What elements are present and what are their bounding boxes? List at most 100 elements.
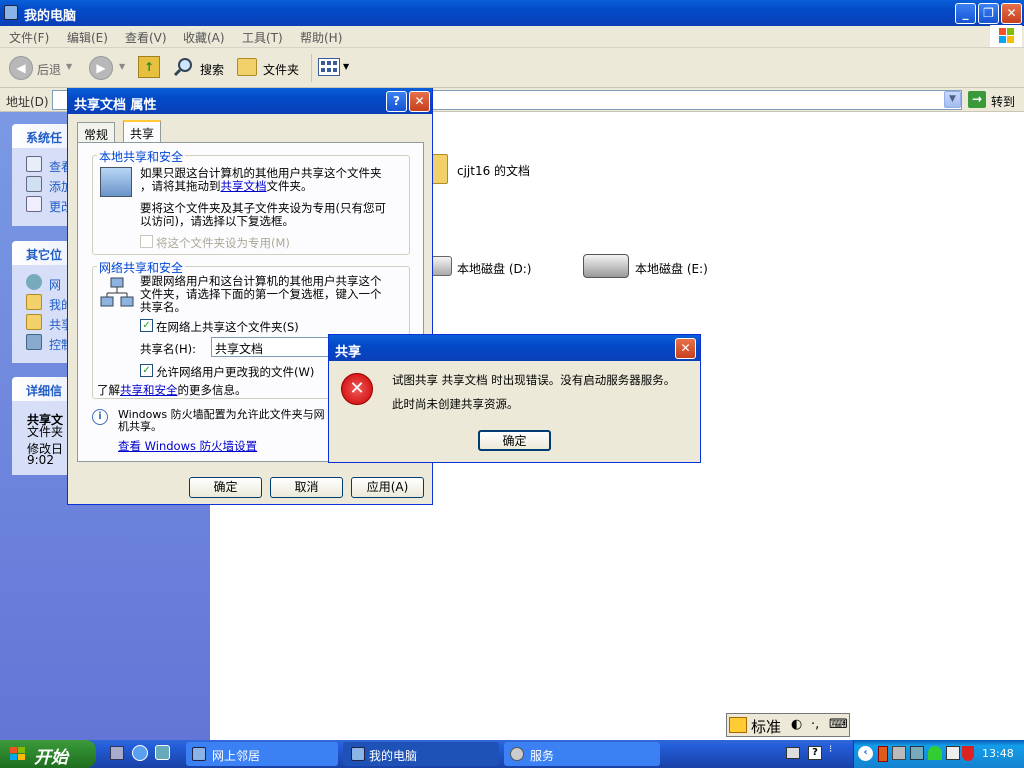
clock[interactable]: 13:48 — [982, 747, 1014, 760]
chevron-down-icon[interactable]: ▼ — [66, 62, 72, 71]
error-icon: ✕ — [341, 373, 373, 405]
system-tray: ‹ 13:48 — [853, 740, 1024, 768]
menu-help[interactable]: 帮助(H) — [300, 29, 342, 46]
local-text-part: ，请将其拖动到 — [140, 179, 221, 193]
title-bar[interactable]: 我的电脑 _ ❐ ✕ — [0, 0, 1024, 26]
keyboard-icon[interactable] — [786, 747, 800, 759]
private-text: 要将这个文件夹及其子文件夹设为专用(只有您可 以访问)，请选择以下复选框。 — [140, 202, 410, 228]
search-button[interactable]: 搜索 — [200, 61, 224, 78]
allow-change-checkbox[interactable]: ✓ — [140, 364, 153, 377]
close-button[interactable]: ✕ — [409, 91, 430, 112]
other-place-link[interactable]: 网 — [49, 276, 61, 293]
close-button[interactable]: ✕ — [675, 338, 696, 359]
up-folder-icon[interactable]: ↑ — [138, 56, 160, 78]
shared-folder-icon — [26, 314, 42, 330]
share-on-network-checkbox[interactable]: ✓ — [140, 319, 153, 332]
sharing-security-link[interactable]: 共享和安全 — [120, 383, 178, 397]
tab-general[interactable]: 常规 — [77, 122, 116, 142]
views-icon[interactable] — [318, 58, 340, 76]
address-dropdown-button[interactable]: ▼ — [944, 91, 961, 108]
folder-label[interactable]: cjjt16 的文档 — [457, 162, 530, 179]
error-ok-button[interactable]: 确定 — [478, 430, 551, 451]
toolbar: ◀ 后退 ▼ ▶ ▼ ↑ 搜索 文件夹 ▼ — [0, 48, 1024, 88]
control-panel-icon — [26, 334, 42, 350]
folder-icon[interactable] — [237, 58, 257, 76]
allow-change-label: 允许网络用户更改我的文件(W) — [156, 365, 315, 379]
error-title-bar[interactable]: 共享 ✕ — [329, 335, 700, 361]
services-gear-icon — [510, 747, 524, 761]
drive-e-label[interactable]: 本地磁盘 (E:) — [635, 260, 708, 277]
folders-button[interactable]: 文件夹 — [263, 61, 299, 78]
forward-arrow-icon[interactable]: ▶ — [89, 56, 113, 80]
network-places-icon — [192, 747, 206, 761]
back-arrow-icon[interactable]: ◀ — [9, 56, 33, 80]
media-icon[interactable] — [155, 745, 170, 760]
address-label: 地址(D) — [6, 95, 49, 109]
private-text-line: 以访问)，请选择以下复选框。 — [140, 214, 294, 228]
go-arrow-icon[interactable]: → — [968, 91, 986, 108]
tab-sharing[interactable]: 共享 — [123, 120, 162, 143]
add-remove-icon — [26, 176, 42, 192]
chevron-down-icon[interactable]: ▼ — [119, 62, 125, 71]
taskbar-item-services[interactable]: 服务 — [504, 742, 660, 766]
tray-app-icon[interactable] — [892, 746, 906, 760]
restore-button[interactable]: ❐ — [978, 3, 999, 24]
taskbar-item-network-places[interactable]: 网上邻居 — [186, 742, 338, 766]
search-icon[interactable] — [173, 57, 193, 77]
help-button[interactable]: ? — [386, 91, 407, 112]
windows-logo-icon — [10, 747, 25, 760]
view-info-icon — [26, 156, 42, 172]
tray-expand-icon[interactable]: ‹ — [858, 746, 873, 761]
hard-disk-icon[interactable] — [583, 254, 629, 278]
private-checkbox-label: 将这个文件夹设为专用(M) — [156, 236, 290, 250]
properties-title-bar[interactable]: 共享文档 属性 ? ✕ — [68, 88, 432, 114]
display-tray-icon[interactable] — [946, 746, 960, 760]
menu-file[interactable]: 文件(F) — [9, 29, 49, 46]
tray-app-icon[interactable] — [928, 746, 942, 760]
apply-button[interactable]: 应用(A) — [351, 477, 424, 498]
network-sharing-text: 要跟网络用户和这台计算机的其他用户共享这个 文件夹，请选择下面的第一个复选框，键… — [140, 275, 415, 314]
firewall-settings-link[interactable]: 查看 Windows 防火墙设置 — [118, 438, 257, 454]
local-text-line: ，请将其拖动到共享文档文件夹。 — [140, 180, 410, 193]
help-icon[interactable]: ? — [808, 746, 822, 760]
network-tray-icon[interactable] — [910, 746, 924, 760]
punctuation-icon[interactable]: ·, — [811, 717, 819, 732]
chevron-down-icon[interactable]: ▼ — [343, 62, 349, 71]
menu-tools[interactable]: 工具(T) — [242, 29, 283, 46]
shared-docs-link[interactable]: 共享文档 — [221, 179, 267, 193]
error-message-line1: 试图共享 共享文档 时出现错误。没有启动服务器服务。 — [392, 373, 676, 387]
network-text-line: 共享名。 — [140, 300, 186, 314]
minimize-button[interactable]: _ — [955, 3, 976, 24]
menu-view[interactable]: 查看(V) — [125, 29, 167, 46]
window-title: 我的电脑 — [24, 9, 77, 24]
internet-explorer-icon[interactable] — [132, 745, 148, 761]
menu-favorites[interactable]: 收藏(A) — [183, 29, 225, 46]
close-button[interactable]: ✕ — [1001, 3, 1022, 24]
computer-icon — [100, 167, 132, 197]
ime-icon[interactable] — [729, 717, 747, 733]
drive-d-label[interactable]: 本地磁盘 (D:) — [457, 260, 531, 277]
language-icon[interactable]: ⁝ — [829, 744, 841, 762]
half-width-icon[interactable]: ◐ — [791, 717, 802, 732]
keyboard-icon[interactable]: ⌨ — [829, 717, 848, 732]
menu-edit[interactable]: 编辑(E) — [67, 29, 108, 46]
start-button[interactable]: 开始 — [0, 740, 96, 768]
tray-app-icon[interactable] — [878, 746, 888, 762]
taskbar: 开始 网上邻居 我的电脑 服务 ? ⁝ ‹ 13:48 — [0, 740, 1024, 768]
go-button[interactable]: 转到 — [991, 93, 1015, 110]
show-desktop-icon[interactable] — [110, 746, 124, 760]
toolbar-separator — [311, 54, 312, 82]
cancel-button[interactable]: 取消 — [270, 477, 343, 498]
hard-disk-icon[interactable] — [430, 256, 452, 276]
properties-title: 共享文档 属性 — [74, 98, 157, 113]
taskbar-item-my-computer[interactable]: 我的电脑 — [343, 742, 499, 766]
private-checkbox[interactable] — [140, 235, 153, 248]
share-on-network-label: 在网络上共享这个文件夹(S) — [156, 320, 299, 334]
ime-mode-label[interactable]: 标准 — [751, 716, 781, 737]
security-shield-icon[interactable] — [962, 746, 974, 761]
learn-more-text: 了解共享和安全的更多信息。 — [97, 382, 247, 398]
ok-button[interactable]: 确定 — [189, 477, 262, 498]
local-text-part: 文件夹。 — [266, 179, 313, 193]
error-message-line2: 此时尚未创建共享资源。 — [392, 397, 519, 411]
back-button[interactable]: 后退 — [37, 61, 61, 78]
